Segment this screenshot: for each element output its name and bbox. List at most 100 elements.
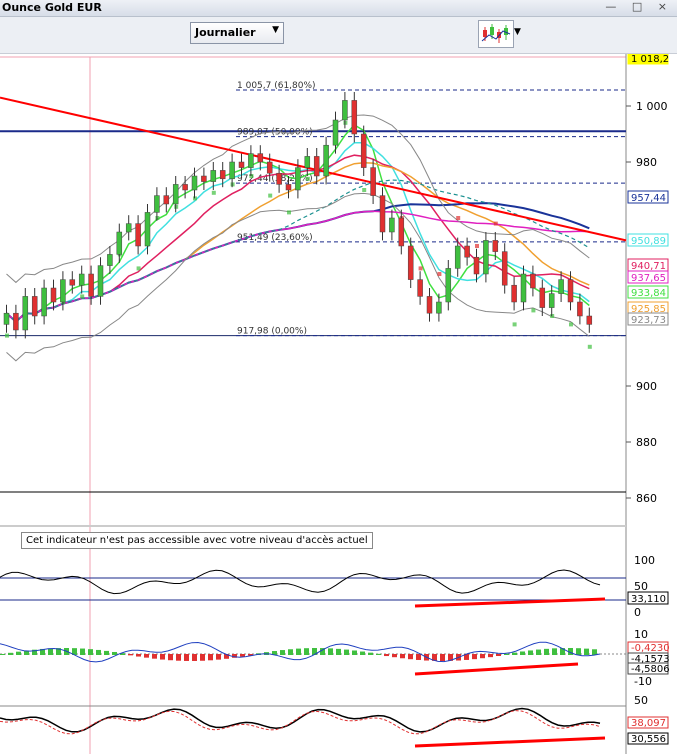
sar-dot xyxy=(512,322,517,327)
price-badge-label: 923,73 xyxy=(631,315,666,326)
osc2-histogram-bar xyxy=(208,654,213,661)
toolbar: Journalier ▼ ▼ xyxy=(0,17,677,54)
candle-body xyxy=(483,240,489,275)
sar-dot xyxy=(569,322,573,327)
candle-body xyxy=(558,279,564,294)
osc2-histogram-bar xyxy=(544,648,549,655)
osc1-tick-label: 100 xyxy=(634,554,655,567)
osc2-histogram-bar xyxy=(136,654,141,657)
fib-label: 917,98 (0,00%) xyxy=(237,327,307,337)
osc1-value: 33,110 xyxy=(631,594,666,605)
candle-body xyxy=(417,279,423,297)
candle-body xyxy=(295,167,301,191)
candle-body xyxy=(107,254,113,266)
price-badge-label: 940,71 xyxy=(631,261,666,272)
price-badge-label: 1 018,2 xyxy=(631,54,669,65)
candle-body xyxy=(201,175,207,182)
osc2-histogram-bar xyxy=(16,651,21,655)
candle-body xyxy=(379,195,386,233)
osc2-histogram-bar xyxy=(584,648,589,655)
candle-body xyxy=(50,287,57,303)
osc2-histogram-bar xyxy=(472,654,477,660)
osc2-histogram-bar xyxy=(368,652,373,655)
osc2-histogram-bar xyxy=(328,648,333,655)
osc2-histogram-bar xyxy=(488,654,493,658)
osc2-histogram-bar xyxy=(352,650,357,655)
candlestick-chart-icon[interactable] xyxy=(478,20,514,48)
candle-body xyxy=(313,156,320,177)
osc2-histogram-bar xyxy=(552,648,557,655)
osc2-histogram-bar xyxy=(392,654,397,658)
sar-dot xyxy=(437,272,442,276)
axis-tick-label: 1 000 xyxy=(636,100,668,113)
price-badge-label: 950,89 xyxy=(631,236,666,247)
chart-canvas[interactable]: 1 005,7 (61,80%)989,07 (50,00%)972,44 (3… xyxy=(0,54,677,754)
osc2-histogram-bar xyxy=(576,648,581,655)
candle-body xyxy=(60,279,66,303)
sar-dot xyxy=(418,266,423,271)
osc2-histogram-bar xyxy=(296,648,301,655)
osc2-histogram-bar xyxy=(344,649,349,655)
candle-body xyxy=(398,217,405,247)
osc2-histogram-bar xyxy=(504,653,509,655)
osc2-histogram-bar xyxy=(376,653,381,655)
axis-tick-label: 980 xyxy=(636,156,657,169)
sar-dot xyxy=(456,216,461,220)
candle-body xyxy=(78,273,85,286)
candle-body xyxy=(304,156,311,168)
candle-body xyxy=(586,315,593,325)
osc1-tick-label: 50 xyxy=(634,580,648,593)
fib-label: 989,07 (50,00%) xyxy=(237,128,313,138)
candle-body xyxy=(69,279,76,286)
osc2-histogram-bar xyxy=(304,648,309,655)
fib-label: 1 005,7 (61,80%) xyxy=(237,81,316,91)
osc2-histogram-bar xyxy=(88,649,93,655)
oscillator-3: 50 38,097 30,556 xyxy=(0,694,669,748)
osc2-histogram-bar xyxy=(408,654,413,660)
sar-dot xyxy=(5,333,9,338)
sar-dot xyxy=(531,308,536,313)
candle-body xyxy=(266,161,273,174)
oscillator-1: 100 50 033,110 xyxy=(0,554,669,619)
candle-body xyxy=(257,153,264,163)
candle-body xyxy=(454,245,461,269)
candle-body xyxy=(125,223,132,233)
window-controls[interactable]: — □ × xyxy=(605,0,673,13)
osc2-histogram-bar xyxy=(440,654,445,661)
candle-body xyxy=(163,195,170,205)
candle-body xyxy=(154,195,160,213)
candle-body xyxy=(389,217,395,233)
candle-body xyxy=(548,293,555,308)
osc2-histogram-bar xyxy=(152,654,157,659)
candle-body xyxy=(285,184,292,191)
candle-body xyxy=(520,273,527,303)
chart-type-menu-arrow[interactable]: ▼ xyxy=(514,27,521,37)
osc2-histogram-bar xyxy=(128,654,133,656)
period-select[interactable]: Journalier ▼ xyxy=(190,22,284,44)
osc2-histogram-bar xyxy=(80,648,85,655)
osc3-trend-line xyxy=(414,736,606,748)
osc2-tick-label: -10 xyxy=(634,675,652,688)
price-badge-label: 937,65 xyxy=(631,273,666,284)
osc2-histogram-bar xyxy=(496,654,501,656)
axis-tick-label: 900 xyxy=(636,380,657,393)
candle-body xyxy=(3,312,10,325)
candle-body xyxy=(473,256,480,275)
candle-body xyxy=(116,231,123,255)
access-notice: Cet indicateur n'est pas accessible avec… xyxy=(21,532,373,549)
osc2-histogram-bar xyxy=(104,650,109,655)
candle-body xyxy=(370,167,376,196)
candle-body xyxy=(97,265,104,297)
osc3-value: 30,556 xyxy=(631,734,666,745)
candle-body xyxy=(238,161,245,168)
osc2-histogram-bar xyxy=(336,648,341,655)
candle-body xyxy=(210,170,217,182)
osc2-histogram-bar xyxy=(160,654,165,660)
osc2-histogram-bar xyxy=(520,651,525,655)
candle-body xyxy=(342,100,348,121)
candle-body xyxy=(31,296,38,317)
sar-dot xyxy=(587,344,592,349)
osc2-histogram-bar xyxy=(192,654,197,661)
candle-body xyxy=(88,273,94,297)
candle-body xyxy=(135,223,141,247)
